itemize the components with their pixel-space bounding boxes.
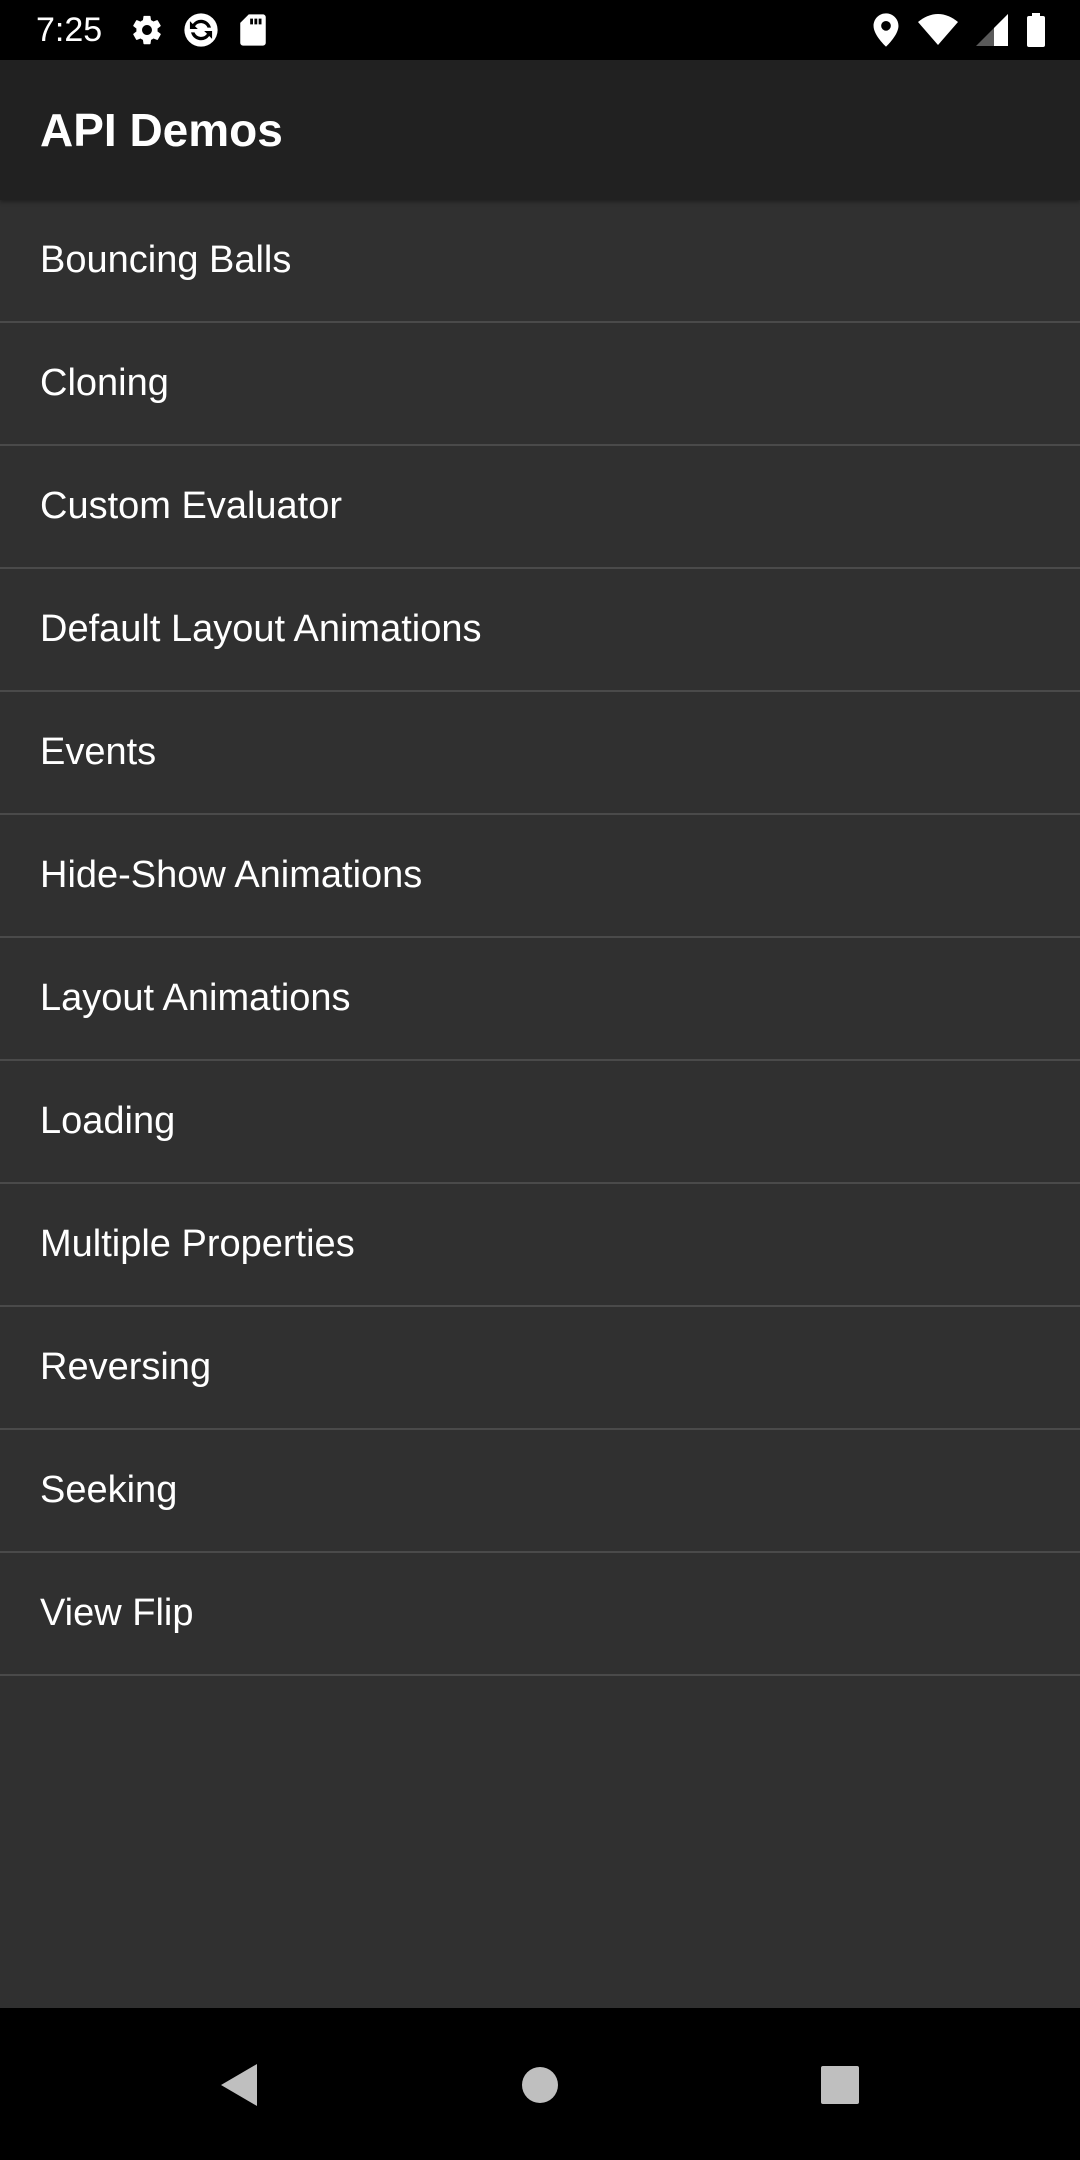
list-item-label: Bouncing Balls: [40, 239, 292, 281]
status-right-icons: [872, 12, 1046, 48]
status-left-icons: [130, 12, 268, 48]
list-item[interactable]: Hide-Show Animations: [0, 815, 1080, 938]
list-item[interactable]: Seeking: [0, 1430, 1080, 1553]
list-item[interactable]: Events: [0, 692, 1080, 815]
recents-icon[interactable]: [805, 2050, 875, 2120]
list-item[interactable]: Bouncing Balls: [0, 200, 1080, 323]
list-item[interactable]: Layout Animations: [0, 938, 1080, 1061]
list-item-label: Seeking: [40, 1469, 178, 1511]
wifi-icon: [918, 14, 958, 46]
list-item-label: Loading: [40, 1100, 176, 1142]
list-item[interactable]: Custom Evaluator: [0, 446, 1080, 569]
list-item[interactable]: Multiple Properties: [0, 1184, 1080, 1307]
location-icon: [872, 12, 900, 48]
list-item-label: Custom Evaluator: [40, 485, 343, 527]
list-item-label: View Flip: [40, 1592, 194, 1634]
list-item-label: Default Layout Animations: [40, 608, 482, 650]
app-bar: API Demos: [0, 60, 1080, 200]
list-item-label: Events: [40, 731, 157, 773]
status-time: 7:25: [36, 11, 103, 49]
status-bar: 7:25: [0, 0, 1080, 60]
list-item[interactable]: Default Layout Animations: [0, 569, 1080, 692]
list-item[interactable]: Cloning: [0, 323, 1080, 446]
list-item-label: Reversing: [40, 1346, 212, 1388]
list-item-label: Layout Animations: [40, 977, 351, 1019]
list-item-label: Multiple Properties: [40, 1223, 355, 1265]
list-item[interactable]: Loading: [0, 1061, 1080, 1184]
sync-icon: [182, 11, 220, 49]
back-icon[interactable]: [203, 2050, 273, 2120]
home-icon[interactable]: [505, 2050, 575, 2120]
list-item[interactable]: Reversing: [0, 1307, 1080, 1430]
battery-icon: [1026, 13, 1046, 47]
demo-list: Bouncing Balls Cloning Custom Evaluator …: [0, 200, 1080, 1676]
app-title: API Demos: [40, 104, 283, 156]
navigation-bar: [0, 2008, 1080, 2160]
settings-icon: [130, 13, 164, 47]
sd-card-icon: [238, 13, 268, 47]
list-item-label: Hide-Show Animations: [40, 854, 423, 896]
list-item-label: Cloning: [40, 362, 169, 404]
list-item[interactable]: View Flip: [0, 1553, 1080, 1676]
cell-signal-icon: [976, 14, 1008, 46]
